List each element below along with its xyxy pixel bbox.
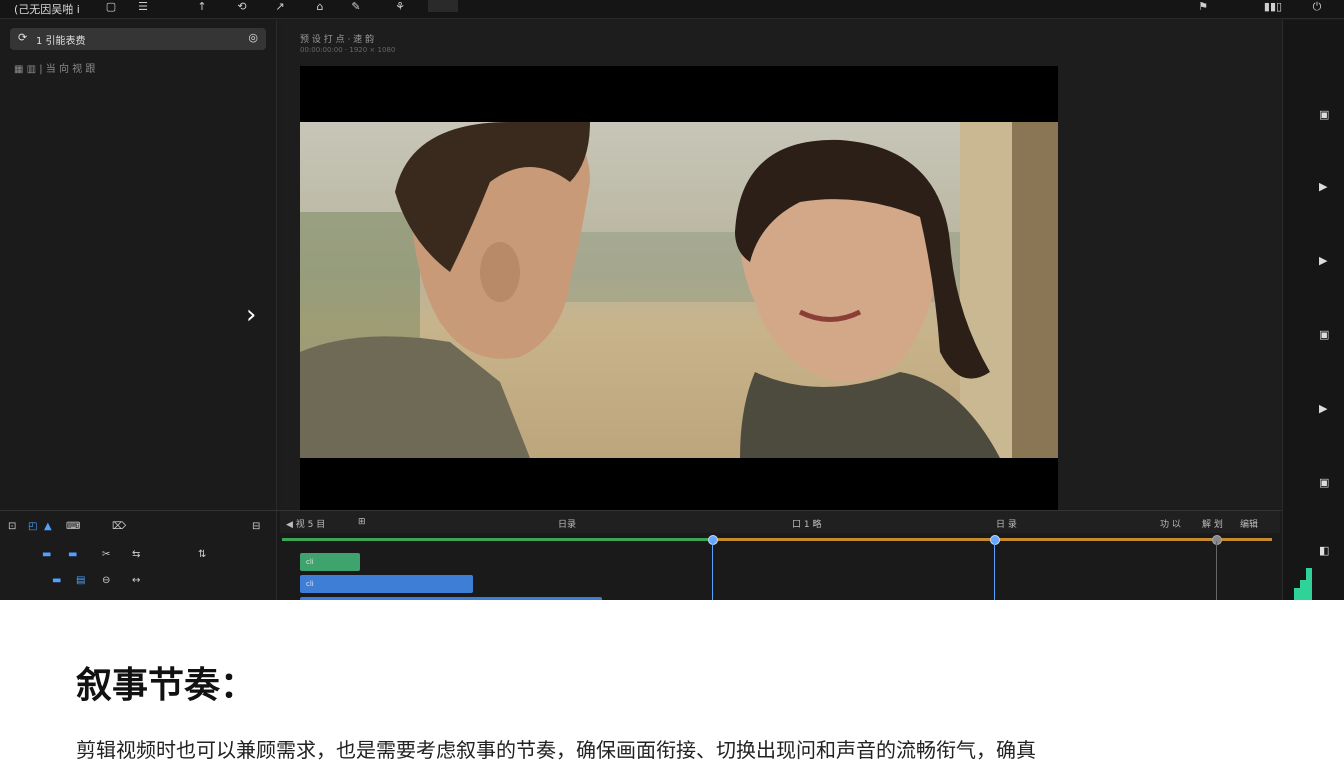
- preview-panel: 预 设 打 点 · 速 韵 00:00:00:00 · 1920 × 1080: [282, 20, 1282, 510]
- marker-line: [1216, 541, 1217, 601]
- cut-icon[interactable]: ✂: [102, 549, 110, 560]
- keyboard-icon[interactable]: ⌨: [66, 521, 80, 532]
- video-editor-window: (己无因吴啪 i ▢ ☰ ↑ ⟲ ↗ ⌂ ✎ ⚘ ⚑ ▮▮▯ ⏻ ⟳ 1 引能表…: [0, 0, 1344, 601]
- timeline-ruler[interactable]: ◀ 视 5 目 ⊞ 日录 口 1 略 日 录 功 以 解 划 编辑: [280, 511, 1280, 533]
- marker-line: [994, 541, 995, 601]
- playhead-line[interactable]: [712, 541, 713, 601]
- crop-tool-icon[interactable]: ⌂: [312, 0, 328, 14]
- refresh-icon[interactable]: ⟳: [18, 31, 27, 44]
- keyframe-marker[interactable]: [1212, 535, 1222, 545]
- section-heading: 叙事节奏：: [76, 665, 257, 706]
- media-panel: ⟳ 1 引能表费 ◎ ▦ ▥ | 当 向 视 跟 ›: [0, 20, 277, 510]
- color-swatch[interactable]: [428, 0, 458, 12]
- app-title: (己无因吴啪 i: [14, 3, 80, 16]
- layout-icon[interactable]: ▮▮▯: [1262, 0, 1284, 14]
- pen-tool-icon[interactable]: ✎: [348, 0, 364, 14]
- play-icon[interactable]: ▶: [1319, 180, 1327, 193]
- video-clip[interactable]: cli: [300, 575, 473, 593]
- track-audio-icon[interactable]: ▬: [52, 575, 61, 586]
- timeline-progress-bar: [282, 538, 712, 541]
- track-clip-icon[interactable]: ▬: [68, 549, 77, 560]
- resize-icon[interactable]: ↔: [132, 575, 140, 586]
- section-body: 剪辑视频时也可以兼顾需求，也是需要考虑叙事的节奏，确保画面衔接、切换出现问和声音…: [76, 740, 1036, 762]
- article-caption: 叙事节奏： 剪辑视频时也可以兼顾需求，也是需要考虑叙事的节奏，确保画面衔接、切换…: [0, 600, 1344, 762]
- power-icon[interactable]: ⏻: [1310, 0, 1324, 14]
- half-square-icon[interactable]: ◧: [1319, 544, 1329, 557]
- video-frame-image: [300, 122, 1058, 458]
- split-tool-icon[interactable]: ↗: [272, 0, 288, 14]
- video-clip[interactable]: cli: [300, 553, 360, 571]
- timeline-tools: ⊡ ◰ ▲ ⌨ ⌦ ⊟ ▬ ▬ ✂ ⇆ ⇅ ▬ ▤ ⊖ ↔: [0, 511, 277, 601]
- ruler-label: 编辑: [1240, 520, 1259, 530]
- play-icon[interactable]: ▶: [1319, 254, 1327, 267]
- video-frame: [300, 122, 1058, 458]
- flag-icon[interactable]: ⚑: [1196, 0, 1210, 14]
- ruler-label: ⊞: [358, 517, 366, 527]
- ruler-label: 功 以: [1160, 520, 1181, 530]
- audio-level-meter: [1294, 568, 1312, 600]
- menu-bar: (己无因吴啪 i ▢ ☰ ↑ ⟲ ↗ ⌂ ✎ ⚘ ⚑ ▮▮▯ ⏻: [0, 0, 1344, 19]
- layer-icon[interactable]: ◰: [28, 521, 37, 532]
- new-file-icon[interactable]: ▢: [104, 0, 118, 14]
- ruler-label: 口 1 略: [792, 520, 822, 530]
- keyframe-marker[interactable]: [990, 535, 1000, 545]
- right-toolbar: ▣ ▶ ▶ ▣ ▶ ▣ ◧: [1282, 20, 1344, 600]
- track-video-icon[interactable]: ▬: [42, 549, 51, 560]
- play-icon[interactable]: ▶: [1319, 402, 1327, 415]
- panel-icon[interactable]: ▣: [1319, 476, 1329, 489]
- media-search-label: 1 引能表费: [36, 36, 86, 47]
- mute-icon[interactable]: ⊖: [102, 575, 110, 586]
- marker-icon[interactable]: ▲: [44, 521, 52, 532]
- snap-icon[interactable]: ⊡: [8, 521, 16, 532]
- timeline-panel: ⊡ ◰ ▲ ⌨ ⌦ ⊟ ▬ ▬ ✂ ⇆ ⇅ ▬ ▤ ⊖ ↔ ◀ 视 5 目 ⊞ …: [0, 510, 1282, 601]
- sort-icon[interactable]: ⇅: [198, 549, 206, 560]
- video-player[interactable]: [300, 66, 1058, 510]
- keyframe-marker[interactable]: [708, 535, 718, 545]
- panel-icon[interactable]: ▣: [1319, 328, 1329, 341]
- media-filter-row[interactable]: ▦ ▥ | 当 向 视 跟: [14, 60, 95, 75]
- media-search-bar[interactable]: ⟳ 1 引能表费 ◎: [10, 28, 266, 50]
- ruler-label: ◀ 视 5 目: [286, 520, 326, 530]
- panel-icon[interactable]: ▣: [1319, 108, 1329, 121]
- ruler-label: 日 录: [996, 520, 1017, 530]
- menu-icon[interactable]: ☰: [134, 0, 152, 14]
- track-list-icon[interactable]: ▤: [76, 575, 85, 586]
- ruler-label: 解 划: [1202, 520, 1223, 530]
- undo-icon[interactable]: ⟲: [234, 0, 250, 14]
- select-tool-icon[interactable]: ↑: [194, 0, 210, 14]
- collapse-icon[interactable]: ⊟: [252, 521, 260, 532]
- delete-icon[interactable]: ⌦: [112, 521, 126, 532]
- preview-info: 00:00:00:00 · 1920 × 1080: [300, 46, 396, 54]
- preview-title: 预 设 打 点 · 速 韵: [300, 35, 375, 45]
- target-icon[interactable]: ◎: [248, 31, 258, 44]
- effects-tool-icon[interactable]: ⚘: [392, 0, 408, 14]
- swap-icon[interactable]: ⇆: [132, 549, 140, 560]
- chevron-right-icon[interactable]: ›: [246, 300, 256, 330]
- ruler-label: 日录: [558, 520, 577, 530]
